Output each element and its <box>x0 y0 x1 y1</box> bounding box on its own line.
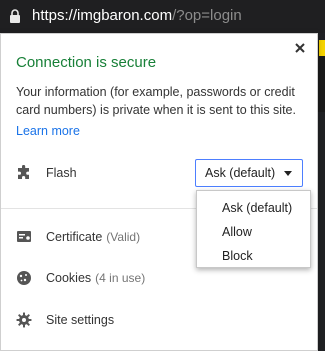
url-host: https://imgbaron.com <box>32 7 173 24</box>
flash-option-ask[interactable]: Ask (default) <box>197 196 310 220</box>
flash-select[interactable]: Ask (default) <box>195 159 303 187</box>
page-accent <box>319 40 325 56</box>
cookies-row[interactable]: Cookies (4 in use) <box>16 267 145 289</box>
site-settings-row[interactable]: Site settings <box>16 309 114 331</box>
flash-dropdown-menu: Ask (default) Allow Block <box>196 190 311 268</box>
flash-permission-row: Flash <box>16 162 77 184</box>
flash-option-allow[interactable]: Allow <box>197 220 310 244</box>
connection-description: Your information (for example, passwords… <box>16 85 296 117</box>
cookies-status: (4 in use) <box>95 271 146 285</box>
address-bar: https://imgbaron.com/?op=login <box>0 0 325 33</box>
close-icon[interactable] <box>293 41 307 55</box>
url-text[interactable]: https://imgbaron.com/?op=login <box>32 7 242 25</box>
chevron-down-icon <box>284 171 292 176</box>
site-info-popup: Connection is secure Your information (f… <box>0 33 318 351</box>
site-settings-label: Site settings <box>46 313 115 327</box>
lock-icon[interactable] <box>9 9 21 24</box>
learn-more-link[interactable]: Learn more <box>16 123 80 139</box>
cookies-label: Cookies <box>46 271 92 285</box>
certificate-icon <box>16 229 32 245</box>
certificate-label: Certificate <box>46 230 103 244</box>
cookie-icon <box>16 270 32 286</box>
url-path: /?op=login <box>172 7 242 24</box>
connection-title: Connection is secure <box>16 54 157 71</box>
puzzle-icon <box>16 165 32 181</box>
certificate-row[interactable]: Certificate (Valid) <box>16 226 140 248</box>
gear-icon <box>16 312 32 328</box>
flash-label: Flash <box>46 166 77 180</box>
certificate-status: (Valid) <box>106 230 141 244</box>
flash-option-block[interactable]: Block <box>197 244 310 268</box>
flash-select-value: Ask (default) <box>205 166 276 180</box>
